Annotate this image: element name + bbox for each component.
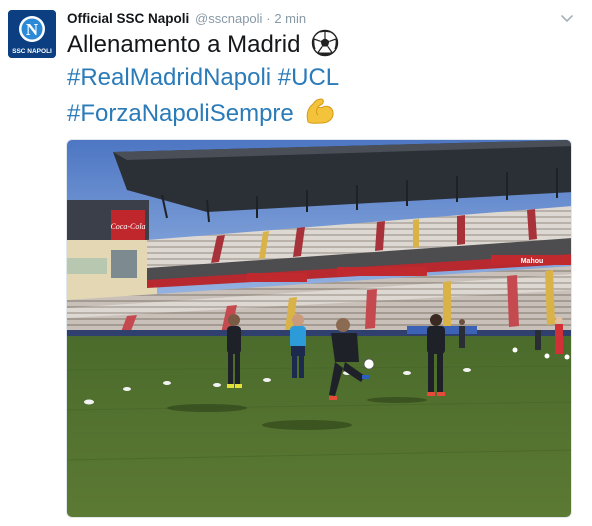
flexed-biceps-icon bbox=[304, 96, 336, 135]
tweet-text-line-1: Allenamento a Madrid bbox=[67, 29, 567, 66]
tweet-photo[interactable]: Coca-Cola Mahou bbox=[66, 139, 572, 518]
hashtag-link[interactable]: #ForzaNapoliSempre bbox=[67, 100, 294, 127]
hashtag-link[interactable]: #RealMadridNapoli bbox=[67, 64, 271, 91]
hashtag-link[interactable]: #UCL bbox=[278, 64, 339, 91]
tweet-header: Official SSC Napoli @sscnapoli · 2 min bbox=[67, 10, 306, 28]
avatar-letter: N bbox=[26, 20, 39, 39]
tweet-text-line-2: #RealMadridNapoli #UCL bbox=[67, 62, 567, 94]
card-bottom-edge bbox=[0, 519, 592, 526]
coke-banner: Coca-Cola bbox=[110, 222, 145, 231]
user-handle[interactable]: @sscnapoli bbox=[195, 11, 262, 26]
tweet-text: Allenamento a Madrid bbox=[67, 31, 301, 58]
tweet-card[interactable]: N SSC NAPOLI Official SSC Napoli @sscnap… bbox=[0, 0, 592, 526]
avatar[interactable]: N SSC NAPOLI bbox=[8, 10, 56, 58]
stadium-training-photo: Coca-Cola Mahou bbox=[67, 140, 571, 517]
meta-separator: · bbox=[266, 11, 271, 26]
mahou-banner: Mahou bbox=[521, 258, 544, 265]
napoli-logo: N SSC NAPOLI bbox=[8, 10, 56, 58]
soccer-ball-icon bbox=[311, 29, 339, 66]
timestamp[interactable]: 2 min bbox=[274, 11, 306, 26]
avatar-caption: SSC NAPOLI bbox=[12, 48, 52, 55]
tweet-text-line-3: #ForzaNapoliSempre bbox=[67, 96, 567, 135]
display-name[interactable]: Official SSC Napoli bbox=[67, 11, 189, 26]
chevron-down-icon[interactable] bbox=[558, 9, 576, 27]
